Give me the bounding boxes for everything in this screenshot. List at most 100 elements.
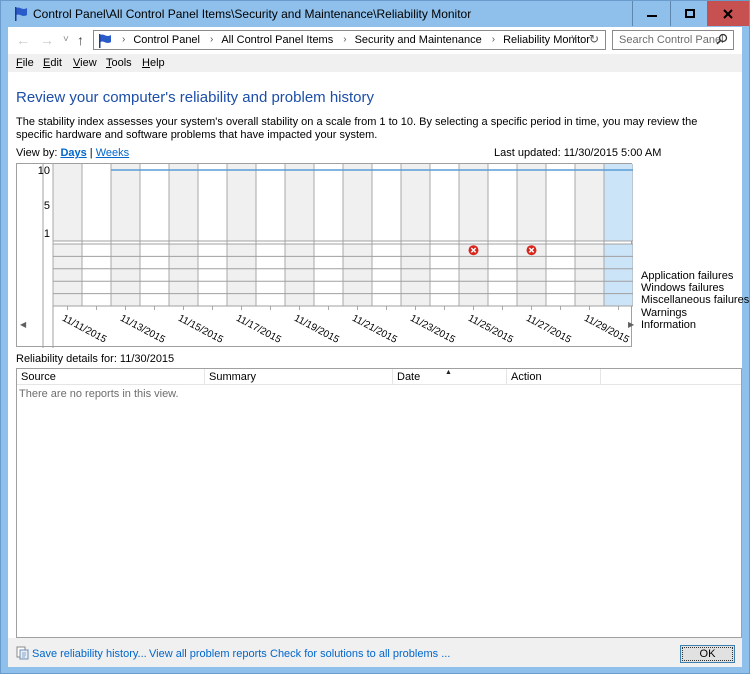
menu-view[interactable]: View xyxy=(73,57,97,69)
refresh-button[interactable]: ↻ xyxy=(589,32,599,46)
view-days-link[interactable]: Days xyxy=(60,147,86,159)
recent-locations-button[interactable]: ˅ xyxy=(63,34,69,45)
scroll-right-icon[interactable]: ▶ xyxy=(628,320,634,329)
column-header-date[interactable]: Date ▲ xyxy=(393,369,507,385)
day-column-events[interactable] xyxy=(82,244,111,306)
day-column-events[interactable] xyxy=(285,244,314,306)
column-header-summary[interactable]: Summary xyxy=(205,369,393,385)
day-column[interactable] xyxy=(140,164,169,241)
breadcrumb-separator[interactable]: › xyxy=(343,34,346,46)
breadcrumb-security-maintenance[interactable]: Security and Maintenance xyxy=(355,34,482,46)
search-box[interactable]: Search Control Panel xyxy=(612,30,734,50)
check-for-solutions-link[interactable]: Check for solutions to all problems ... xyxy=(270,648,450,660)
column-label: Summary xyxy=(209,371,257,383)
day-column[interactable] xyxy=(198,164,227,241)
day-column[interactable] xyxy=(256,164,285,241)
column-label: Date xyxy=(397,371,421,383)
day-column-events[interactable] xyxy=(604,244,633,306)
day-column[interactable] xyxy=(488,164,517,241)
day-column-events[interactable] xyxy=(227,244,256,306)
day-column-events[interactable] xyxy=(430,244,459,306)
day-column[interactable] xyxy=(314,164,343,241)
legend-information: Information xyxy=(641,318,697,331)
day-column[interactable] xyxy=(575,164,604,241)
breadcrumb-separator[interactable]: › xyxy=(492,34,495,46)
day-column-events[interactable] xyxy=(575,244,604,306)
forward-button[interactable]: → xyxy=(40,32,54,48)
day-column[interactable] xyxy=(53,164,82,241)
window-title: Control Panel\All Control Panel Items\Se… xyxy=(33,7,472,21)
up-button[interactable]: ↑ xyxy=(77,32,84,48)
day-column[interactable] xyxy=(169,164,198,241)
x-tick-label: 11/25/2015 xyxy=(466,313,515,346)
menu-help[interactable]: Help xyxy=(142,57,165,69)
view-weeks-link[interactable]: Weeks xyxy=(96,147,129,159)
breadcrumb-control-panel[interactable]: Control Panel xyxy=(133,34,200,46)
x-tick-label: 11/13/2015 xyxy=(118,313,167,346)
column-header-action[interactable]: Action xyxy=(507,369,601,385)
day-column-events[interactable] xyxy=(343,244,372,306)
legend-warnings: Warnings xyxy=(641,306,688,319)
day-column-events[interactable] xyxy=(372,244,401,306)
day-column[interactable] xyxy=(517,164,546,241)
client-area: ← → ˅ ↑ › Control Panel › All Control Pa… xyxy=(8,27,749,667)
reliability-chart-svg[interactable]: 10 5 1 11/11/2015 11/13/2015 11/15/2015 11/17/… xyxy=(17,164,633,348)
day-column-events[interactable] xyxy=(256,244,285,306)
page-description: The stability index assesses your system… xyxy=(16,116,698,141)
save-reliability-history-link[interactable]: Save reliability history... xyxy=(32,648,147,660)
day-column[interactable] xyxy=(546,164,575,241)
menu-edit[interactable]: Edit xyxy=(43,57,62,69)
day-column[interactable] xyxy=(111,164,140,241)
menu-view-text: iew xyxy=(80,57,97,69)
reliability-details-label: Reliability details for: 11/30/2015 xyxy=(16,353,175,365)
day-column-events[interactable] xyxy=(401,244,430,306)
reliability-chart[interactable]: 10 5 1 11/11/2015 11/13/2015 11/15/2015 11/17/… xyxy=(16,163,633,348)
day-column[interactable] xyxy=(430,164,459,241)
x-tick-label: 11/27/2015 xyxy=(524,313,573,346)
day-column-events[interactable] xyxy=(546,244,575,306)
maximize-button[interactable] xyxy=(670,1,708,26)
last-updated: Last updated: 11/30/2015 5:00 AM xyxy=(494,147,662,159)
view-all-problem-reports-link[interactable]: View all problem reports xyxy=(149,648,267,660)
flag-icon xyxy=(99,34,111,48)
day-column[interactable] xyxy=(343,164,372,241)
legend-windows-failures: Windows failures xyxy=(641,282,725,295)
reliability-monitor-window: Control Panel\All Control Panel Items\Se… xyxy=(0,0,750,674)
day-column-events[interactable] xyxy=(198,244,227,306)
close-button[interactable] xyxy=(707,1,749,26)
y-tick-label: 1 xyxy=(44,228,50,240)
day-column-events[interactable] xyxy=(111,244,140,306)
menu-tools[interactable]: Tools xyxy=(106,57,132,69)
page-title: Review your computer's reliability and p… xyxy=(16,89,375,106)
column-header-source[interactable]: Source xyxy=(17,369,205,385)
flag-icon xyxy=(15,7,27,21)
x-tick-label: 11/15/2015 xyxy=(176,313,225,346)
day-column[interactable] xyxy=(459,164,488,241)
day-column[interactable] xyxy=(401,164,430,241)
search-input[interactable]: Search Control Panel xyxy=(619,34,724,46)
day-column-events[interactable] xyxy=(169,244,198,306)
day-column[interactable] xyxy=(82,164,111,241)
ok-label: OK xyxy=(699,648,716,660)
day-column-events[interactable] xyxy=(488,244,517,306)
main-content: Review your computer's reliability and p… xyxy=(8,72,749,667)
day-column[interactable] xyxy=(604,164,633,241)
ok-button[interactable]: OK xyxy=(680,645,735,663)
title-bar[interactable]: Control Panel\All Control Panel Items\Se… xyxy=(1,1,749,27)
address-dropdown-button[interactable]: ˅ xyxy=(571,33,577,44)
day-column-events[interactable] xyxy=(53,244,82,306)
breadcrumb-all-items[interactable]: All Control Panel Items xyxy=(221,34,333,46)
back-button[interactable]: ← xyxy=(16,32,30,48)
day-column[interactable] xyxy=(227,164,256,241)
day-column-events[interactable] xyxy=(140,244,169,306)
x-tick-label: 11/19/2015 xyxy=(292,313,341,346)
minimize-button[interactable] xyxy=(632,1,671,26)
breadcrumb-separator[interactable]: › xyxy=(210,34,213,46)
address-bar[interactable]: › Control Panel › All Control Panel Item… xyxy=(93,30,606,50)
menu-file[interactable]: File xyxy=(16,57,34,69)
search-icon[interactable] xyxy=(716,33,728,45)
day-column[interactable] xyxy=(372,164,401,241)
scroll-left-icon[interactable]: ◀ xyxy=(20,320,26,329)
day-column-events[interactable] xyxy=(314,244,343,306)
day-column[interactable] xyxy=(285,164,314,241)
